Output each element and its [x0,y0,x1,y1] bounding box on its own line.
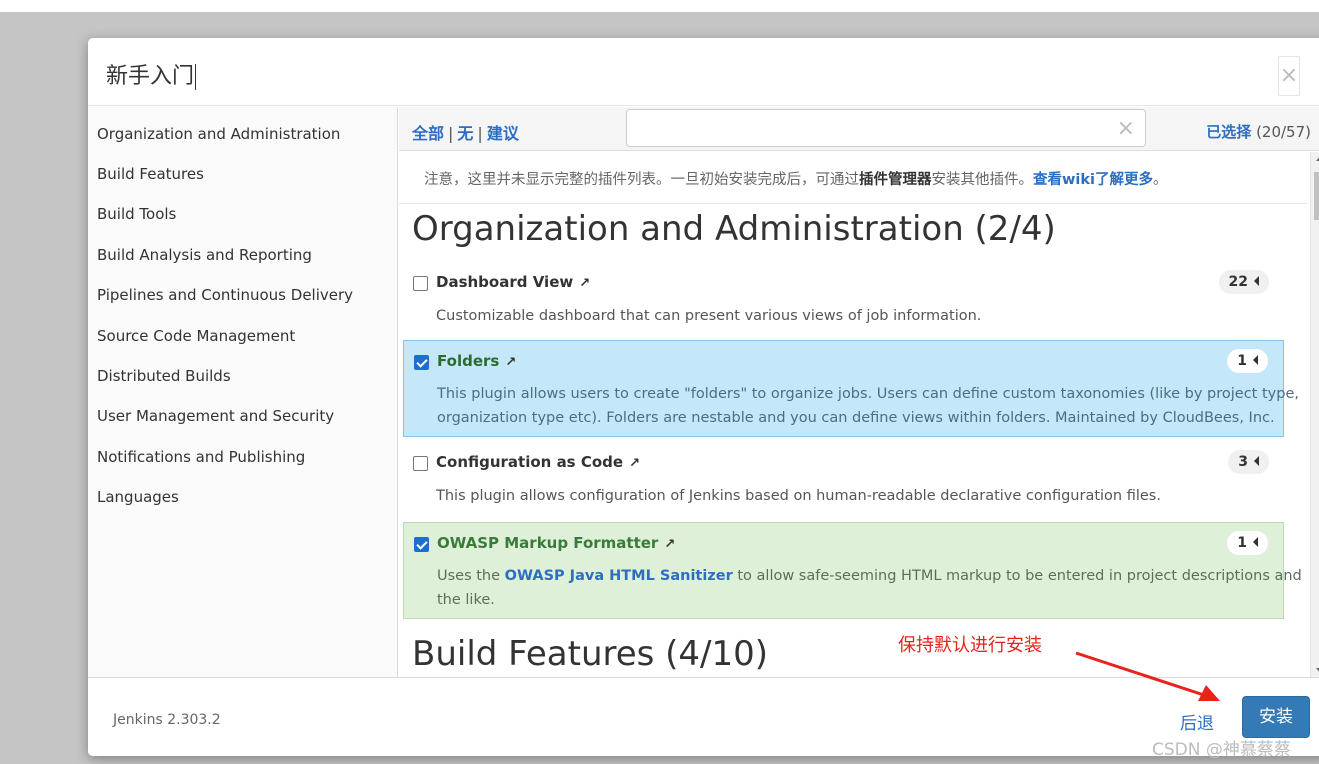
plugin-row-folders[interactable]: Folders ↗ 1 This plugin allows users to c… [403,340,1299,437]
plugin-name-text: Folders [437,352,500,370]
sidebar-item-pipelines-and-continuous-delivery[interactable]: Pipelines and Continuous Delivery [88,277,397,317]
notice-text: 注意，这里并未显示完整的插件列表。一旦初始安装完成后，可通过 [424,172,859,188]
wiki-link[interactable]: 查看wiki了解更多 [1033,172,1153,188]
plugin-checkbox-checked[interactable] [414,537,429,552]
close-button[interactable]: × [1278,56,1300,96]
dependency-count-badge[interactable]: 1 [1227,531,1268,555]
clear-search-icon[interactable]: × [1117,118,1135,140]
plugin-name: Configuration as Code ↗ [436,453,640,471]
plugin-description: Uses the OWASP Java HTML Sanitizer to al… [437,564,1302,612]
back-button[interactable]: 后退 [1180,709,1214,734]
plugin-search-box: × [626,109,1146,147]
plugin-name: Folders ↗ [437,352,516,370]
selected-count[interactable]: 已选择 (20/57) [1206,121,1311,142]
plugin-name: Dashboard View ↗ [436,273,590,291]
plugin-name-text: OWASP Markup Formatter [437,534,659,552]
notice-text: 安装其他插件。 [931,172,1034,188]
external-link-icon[interactable]: ↗ [579,276,590,291]
dependency-count: 1 [1237,353,1247,369]
dependency-count: 1 [1237,535,1247,551]
notice-text: 。 [1152,172,1168,188]
install-button[interactable]: 安装 [1242,696,1310,738]
select-all-link[interactable]: 全部 [412,124,444,143]
close-icon[interactable]: × [1280,63,1298,88]
select-suggested-link[interactable]: 建议 [487,124,519,143]
selected-count-label[interactable]: 已选择 [1206,123,1251,141]
dependency-count-badge[interactable]: 22 [1218,270,1269,294]
sidebar-item-build-features[interactable]: Build Features [88,156,397,196]
separator: | [477,124,483,143]
selected-count-value: (20/57) [1256,123,1311,141]
selection-filter-links: 全部 | 无 | 建议 [412,120,519,144]
plugin-manager-text: 插件管理器 [859,172,932,188]
category-sidebar: Organization and Administration Build Fe… [88,107,398,677]
browser-top-strip [0,0,1319,12]
dialog-title: 新手入门 [106,58,197,90]
select-none-link[interactable]: 无 [457,124,473,143]
plugin-description-line: the like. [437,592,495,608]
plugin-description: Customizable dashboard that can present … [436,308,982,324]
plugin-description-line: This plugin allows users to create "fold… [437,386,1299,402]
plugin-description-line: organization type etc). Folders are nest… [437,410,1275,426]
dependency-count-badge[interactable]: 3 [1228,450,1269,474]
dialog-title-text: 新手入门 [106,64,195,89]
text-cursor [195,64,197,90]
plugin-name-text: Configuration as Code [436,453,624,471]
separator: | [448,124,454,143]
plugin-row-dashboard-view[interactable]: Dashboard View ↗ 22 Customizable dashboar… [403,262,1284,337]
category-heading-build-features: Build Features (4/10) [412,634,769,674]
plugin-checkbox[interactable] [413,456,428,471]
plugin-panel: 全部 | 无 | 建议 × 已选择 (20/57) 注意，这里并未显示完整的插件列表。一… [399,107,1319,677]
scrollbar-thumb[interactable] [1314,172,1319,220]
sidebar-item-organization-and-administration[interactable]: Organization and Administration [88,107,397,156]
owasp-sanitizer-link[interactable]: OWASP Java HTML Sanitizer [505,568,733,584]
plugin-name: OWASP Markup Formatter ↗ [437,534,675,552]
plugin-checkbox[interactable] [413,276,428,291]
sidebar-item-notifications-and-publishing[interactable]: Notifications and Publishing [88,439,397,479]
plugin-description-text: Uses the [437,568,505,584]
plugin-description: This plugin allows users to create "fold… [437,382,1299,430]
annotation-arrow-icon [1075,651,1220,701]
sidebar-item-languages[interactable]: Languages [88,479,397,519]
plugin-row-configuration-as-code[interactable]: Configuration as Code ↗ 3 This plugin all… [403,442,1284,517]
caret-left-icon [1253,537,1258,547]
dependency-count-badge[interactable]: 1 [1227,349,1268,373]
external-link-icon[interactable]: ↗ [505,355,516,370]
plugin-list-notice: 注意，这里并未显示完整的插件列表。一旦初始安装完成后，可通过插件管理器安装其他插… [399,152,1308,204]
plugin-checkbox-checked[interactable] [414,355,429,370]
dialog-header: 新手入门 × [88,38,1319,106]
sidebar-item-build-tools[interactable]: Build Tools [88,196,397,236]
dependency-count: 3 [1238,454,1248,470]
sidebar-item-build-analysis-and-reporting[interactable]: Build Analysis and Reporting [88,237,397,277]
dependency-count: 22 [1228,274,1248,290]
plugin-description-line: Uses the OWASP Java HTML Sanitizer to al… [437,564,1302,588]
plugin-list-scrollbar[interactable] [1310,152,1319,677]
plugin-description-text: to allow safe-seeming HTML markup to be … [732,568,1302,584]
jenkins-version: Jenkins 2.303.2 [113,712,221,728]
plugin-search-input[interactable] [635,110,1115,146]
annotation-text: 保持默认进行安装 [898,635,1042,656]
plugin-row-owasp-markup-formatter[interactable]: OWASP Markup Formatter ↗ 1 Uses the OWASP… [403,522,1302,619]
csdn-watermark: CSDN @神慕蔡蔡 [1152,740,1291,760]
plugin-list[interactable]: 注意，这里并未显示完整的插件列表。一旦初始安装完成后，可通过插件管理器安装其他插… [399,152,1308,677]
caret-left-icon [1253,355,1258,365]
caret-left-icon [1254,276,1259,286]
plugin-toolbar: 全部 | 无 | 建议 × 已选择 (20/57) [399,107,1319,151]
sidebar-item-source-code-management[interactable]: Source Code Management [88,318,397,358]
external-link-icon[interactable]: ↗ [664,537,675,552]
category-heading-organization: Organization and Administration (2/4) [412,209,1056,249]
external-link-icon[interactable]: ↗ [629,456,640,471]
sidebar-item-distributed-builds[interactable]: Distributed Builds [88,358,397,398]
plugin-description: This plugin allows configuration of Jenk… [436,488,1161,504]
sidebar-item-user-management-and-security[interactable]: User Management and Security [88,398,397,438]
caret-left-icon [1254,456,1259,466]
plugin-name-text: Dashboard View [436,273,574,291]
